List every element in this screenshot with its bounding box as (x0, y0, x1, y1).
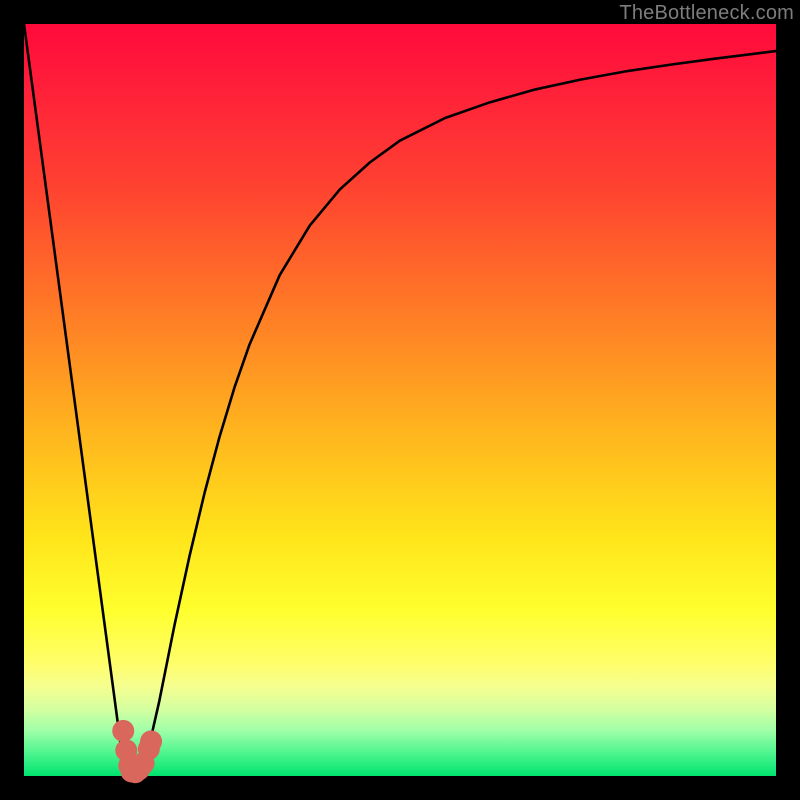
frame: TheBottleneck.com (0, 0, 800, 800)
data-point (140, 730, 162, 752)
bottleneck-curve (24, 24, 776, 776)
watermark-text: TheBottleneck.com (619, 2, 794, 25)
chart-svg (24, 24, 776, 776)
data-point (112, 720, 134, 742)
highlight-points (112, 720, 162, 783)
